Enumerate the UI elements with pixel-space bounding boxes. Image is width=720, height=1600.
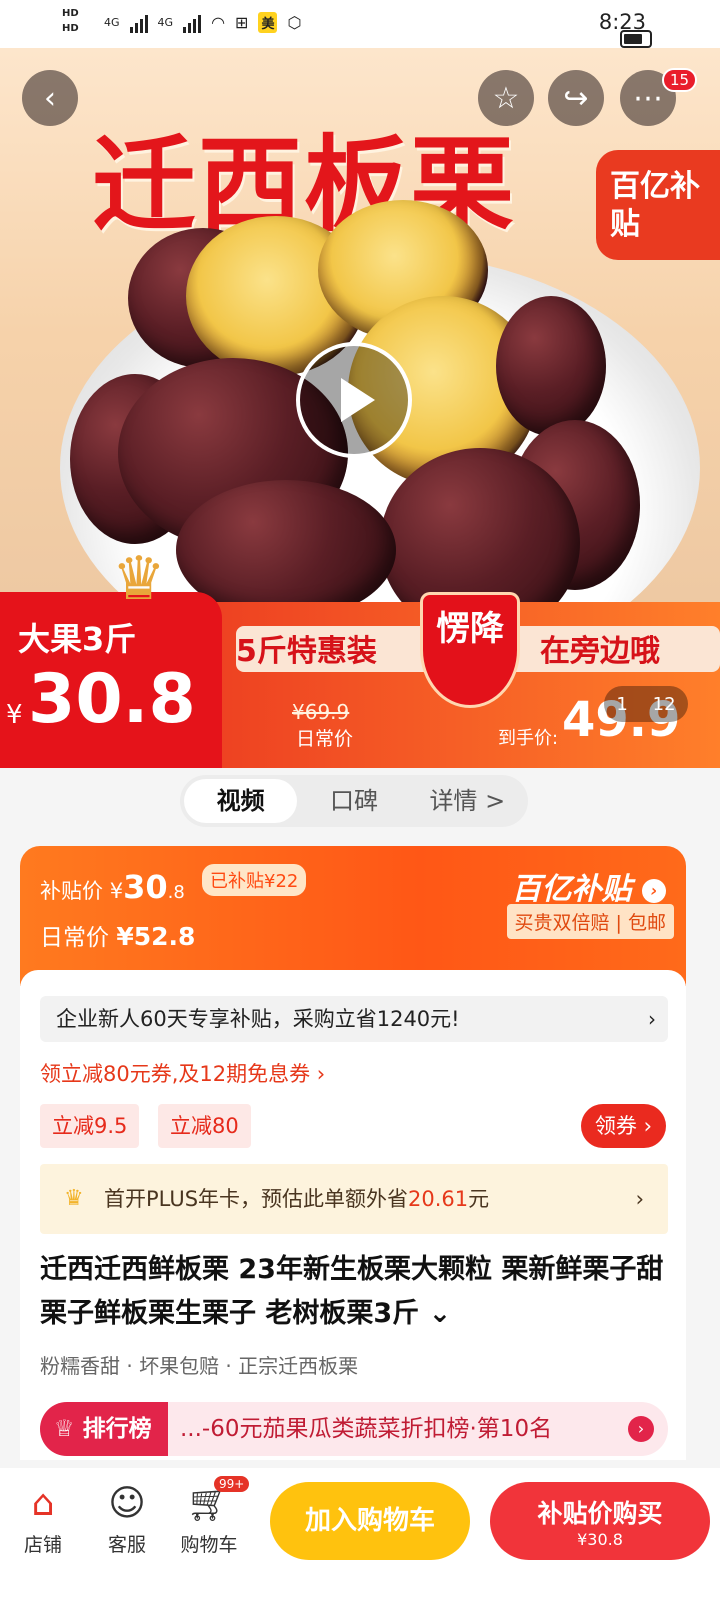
subsidy-card[interactable]: 补贴价 ¥30.8 已补贴¥22 日常价 ¥52.8 百亿补贴 › 买贵双倍赔 … bbox=[20, 846, 686, 986]
ranking-text: ...-60元茄果瓜类蔬菜折扣榜·第10名 bbox=[180, 1416, 553, 1442]
subsidy-price-int: 30 bbox=[123, 868, 168, 906]
crown-icon: ♛ bbox=[112, 544, 166, 614]
tab-reviews[interactable]: 口碑 bbox=[297, 779, 410, 823]
service-label: 客服 bbox=[107, 1534, 146, 1556]
subsidy-price-dec: .8 bbox=[167, 882, 185, 903]
trophy-icon: ♕ bbox=[54, 1416, 75, 1442]
buy-now-button[interactable]: 补贴价购买 ¥30.8 bbox=[490, 1482, 710, 1560]
subsidized-amount-badge: 已补贴¥22 bbox=[202, 864, 307, 896]
share-button[interactable]: ↪ bbox=[548, 70, 604, 126]
hd1-label: HD bbox=[62, 8, 79, 19]
star-icon: ☆ bbox=[492, 80, 520, 116]
gift-icon: ⊞ bbox=[235, 13, 249, 32]
net2-label: 4G bbox=[157, 16, 174, 29]
crown-icon: ♛ bbox=[64, 1186, 84, 1211]
signal-icon bbox=[129, 13, 148, 33]
promo-band-right: 在旁边哦 bbox=[540, 634, 660, 669]
shield-icon: ⬡ bbox=[287, 13, 302, 32]
wifi-icon: ◠ bbox=[211, 13, 226, 32]
hd-indicator: HD HD bbox=[62, 6, 79, 36]
product-info-card: 企业新人60天专享补贴，采购立省1240元! › 领立减80元券,及12期免息券… bbox=[20, 970, 686, 1460]
discount-pill-1[interactable]: 立减9.5 bbox=[40, 1104, 140, 1148]
final-price-label: 到手价: bbox=[498, 728, 559, 749]
image-pager: 1 12 bbox=[604, 686, 688, 722]
chevron-right-icon: › bbox=[635, 1187, 644, 1211]
get-coupon-button[interactable]: 领券 › bbox=[580, 1104, 666, 1148]
share-icon: ↪ bbox=[563, 80, 589, 116]
customer-service-button[interactable]: ☺ 客服 bbox=[90, 1478, 164, 1557]
subsidy-corner-badge: 百亿补贴 bbox=[596, 150, 720, 260]
ranking-label: ♕ 排行榜 bbox=[40, 1402, 168, 1456]
coupon-link[interactable]: 领立减80元券,及12期免息券 › bbox=[40, 1058, 325, 1088]
store-icon: ⌂ bbox=[31, 1483, 55, 1524]
store-label: 店铺 bbox=[23, 1534, 62, 1556]
subsidy-price-row: 补贴价 ¥30.8 bbox=[40, 868, 185, 906]
net1-label: 4G bbox=[104, 16, 120, 29]
cart-button[interactable]: 🛒︎ 99+ 购物车 bbox=[172, 1476, 250, 1557]
daily-price: ¥52.8 bbox=[116, 922, 196, 951]
ranking-label-text: 排行榜 bbox=[82, 1416, 152, 1442]
subsidy-brand[interactable]: 百亿补贴 › bbox=[512, 864, 666, 908]
clock: 8:23 bbox=[598, 10, 646, 34]
price-box-price: 30.8 bbox=[28, 660, 196, 739]
price-box-label: 大果3斤 bbox=[18, 620, 137, 658]
favorite-button[interactable]: ☆ bbox=[478, 70, 534, 126]
cart-label: 购物车 bbox=[180, 1534, 238, 1556]
new-user-banner[interactable]: 企业新人60天专享补贴，采购立省1240元! › bbox=[40, 996, 668, 1042]
old-price: ¥69.9 bbox=[292, 700, 350, 724]
discount-pill-2[interactable]: 立减80 bbox=[158, 1104, 251, 1148]
watermark: 值 什么值得买 bbox=[608, 1572, 710, 1591]
buy-now-price: ¥30.8 bbox=[577, 1530, 623, 1549]
plus-text: 首开PLUS年卡，预估此单额外省 bbox=[104, 1187, 409, 1211]
guarantee-tag: 买贵双倍赔 | 包邮 bbox=[506, 904, 674, 939]
daily-price-label: 日常价 bbox=[40, 925, 109, 951]
back-button[interactable]: ‹ bbox=[22, 70, 78, 126]
chestnut-image bbox=[496, 296, 606, 436]
ranking-banner[interactable]: ♕ 排行榜 ...-60元茄果瓜类蔬菜折扣榜·第10名 › bbox=[40, 1402, 668, 1456]
add-to-cart-button[interactable]: 加入购物车 bbox=[270, 1482, 470, 1560]
subsidy-price-label: 补贴价 bbox=[40, 879, 103, 903]
store-button[interactable]: ⌂ 店铺 bbox=[6, 1478, 80, 1557]
price-box-currency: ¥ bbox=[6, 700, 23, 730]
product-gallery[interactable]: 迁西板栗 ‹ ☆ ↪ ⋯ 15 百亿补贴 5斤特惠装 在旁边哦 愣降 ¥69.9… bbox=[0, 48, 720, 768]
subsidy-brand-label: 百亿补贴 bbox=[511, 872, 632, 907]
section-tabs: 视频 口碑 详情 > bbox=[180, 775, 528, 827]
daily-price-row: 日常价 ¥52.8 bbox=[40, 918, 195, 952]
plus-membership-banner[interactable]: ♛ 首开PLUS年卡，预估此单额外省20.61元 › bbox=[40, 1164, 668, 1234]
play-video-button[interactable] bbox=[296, 342, 412, 458]
tab-details[interactable]: 详情 > bbox=[411, 779, 524, 823]
back-arrow-icon: ‹ bbox=[44, 80, 56, 116]
price-drop-badge: 愣降 bbox=[420, 592, 520, 708]
notification-badge: 15 bbox=[662, 68, 698, 92]
plus-unit: 元 bbox=[468, 1187, 490, 1211]
buy-now-label: 补贴价购买 bbox=[537, 1499, 663, 1528]
chevron-right-icon: › bbox=[648, 1007, 656, 1031]
pager-total: 12 bbox=[652, 693, 676, 715]
more-icon: ⋯ bbox=[633, 80, 663, 116]
plus-amount: 20.61 bbox=[408, 1187, 469, 1211]
signal-icon-2 bbox=[183, 13, 202, 33]
app-badge: 美 bbox=[258, 12, 278, 33]
chevron-right-icon: › bbox=[642, 878, 666, 903]
new-user-text: 企业新人60天专享补贴，采购立省1240元! bbox=[56, 1007, 460, 1031]
status-icons: 4G 4G ◠ ⊞ 美 ⬡ bbox=[104, 12, 301, 33]
tab-video[interactable]: 视频 bbox=[184, 779, 298, 823]
product-tags: 粉糯香甜 · 坏果包赔 · 正宗迁西板栗 bbox=[40, 1354, 359, 1378]
hd2-label: HD bbox=[62, 23, 79, 34]
old-price-label: 日常价 bbox=[296, 728, 354, 750]
product-title[interactable]: 迁西迁西鲜板栗 23年新生板栗大颗粒 栗新鲜栗子甜栗子鲜板栗生栗子 老树板栗3斤… bbox=[40, 1248, 670, 1336]
bottom-action-bar: ⌂ 店铺 ☺ 客服 🛒︎ 99+ 购物车 加入购物车 补贴价购买 ¥30.8 值… bbox=[0, 1468, 720, 1600]
service-icon: ☺ bbox=[108, 1483, 146, 1524]
subsidy-currency: ¥ bbox=[109, 879, 124, 903]
chevron-right-icon: › bbox=[628, 1416, 654, 1442]
status-bar: HD HD 4G 4G ◠ ⊞ 美 ⬡ 8:23 bbox=[0, 0, 720, 48]
pager-current: 1 bbox=[616, 693, 628, 715]
promo-band-left: 5斤特惠装 bbox=[236, 634, 377, 669]
cart-badge: 99+ bbox=[214, 1476, 250, 1492]
